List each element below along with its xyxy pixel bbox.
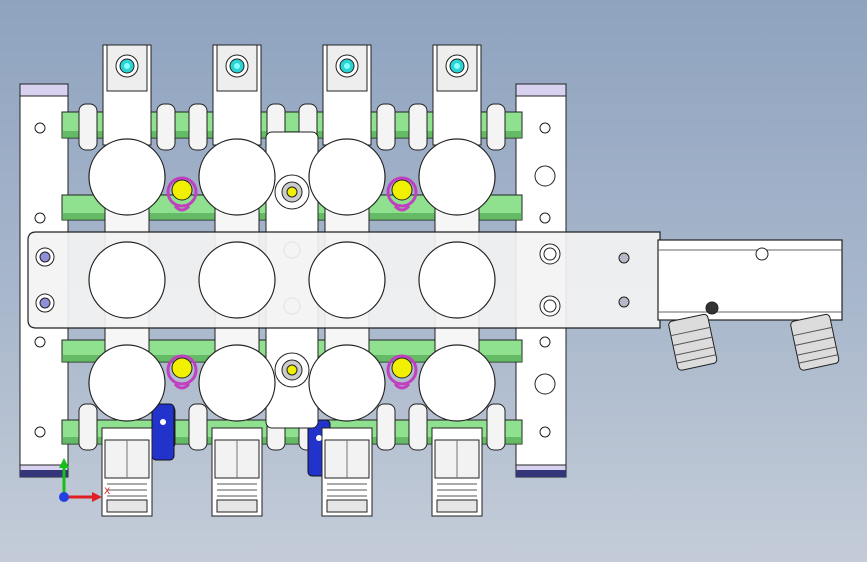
pilot-port-yellow — [171, 357, 193, 379]
mounting-hole — [539, 336, 551, 348]
fitting-collet — [106, 499, 148, 513]
pilot-port-yellow — [171, 179, 193, 201]
manifold-hole-dark — [705, 301, 719, 315]
bracket-hole-inner — [39, 297, 51, 309]
fitting-collet — [216, 499, 258, 513]
flange-hole — [160, 419, 166, 425]
solenoid-cap-middle-front — [88, 241, 166, 319]
cad-viewport[interactable]: X — [0, 0, 867, 562]
solenoid-cap-middle-front — [308, 241, 386, 319]
mounting-bracket — [27, 231, 661, 329]
spacer-ring — [408, 103, 428, 151]
tab-port-center — [234, 63, 240, 69]
side-manifold-block — [657, 239, 843, 371]
x-axis-label: X — [104, 487, 110, 497]
manifold-hole — [755, 247, 769, 261]
mounting-hole — [34, 122, 46, 134]
spacer-ring — [376, 103, 396, 151]
bracket-small-hole — [618, 252, 630, 264]
spacer-ring — [78, 103, 98, 151]
fitting-body — [790, 313, 840, 371]
pilot-port-yellow — [391, 179, 413, 201]
center-port-yellow — [286, 186, 298, 198]
bracket-hole-inner — [39, 251, 51, 263]
center-port-yellow — [286, 364, 298, 376]
spacer-ring — [78, 403, 98, 451]
flange-hole — [316, 435, 322, 441]
end-plate-cap-top — [515, 83, 567, 97]
fitting-collet — [436, 499, 478, 513]
end-plate-shadow — [20, 470, 68, 477]
solenoid-cap-middle-front — [418, 241, 496, 319]
solenoid-cap-bottom — [308, 344, 386, 422]
mounting-hole — [34, 336, 46, 348]
solenoid-cap-bottom — [88, 344, 166, 422]
x-axis-arrowhead — [92, 492, 102, 502]
mounting-hole — [539, 122, 551, 134]
mounting-hole — [539, 212, 551, 224]
fitting-body — [668, 313, 718, 371]
spacer-ring — [188, 103, 208, 151]
spacer-ring — [376, 403, 396, 451]
mounting-hole — [539, 426, 551, 438]
end-plate-cap-top — [19, 83, 69, 97]
bracket-bore-inner — [543, 247, 557, 261]
spacer-ring — [156, 103, 176, 151]
angled-fitting — [790, 313, 840, 371]
end-plate-shadow — [516, 470, 566, 477]
blue-flange — [151, 403, 175, 461]
solenoid-cap-bottom — [198, 344, 276, 422]
bracket-small-hole — [618, 296, 630, 308]
tab-port-center — [344, 63, 350, 69]
z-axis-origin — [59, 492, 69, 502]
angled-fitting — [668, 313, 718, 371]
spacer-ring — [188, 403, 208, 451]
solenoid-cap-top — [308, 138, 386, 216]
fitting-collet — [326, 499, 368, 513]
mounting-bore — [534, 165, 556, 187]
solenoid-cap-top — [198, 138, 276, 216]
mounting-hole — [34, 426, 46, 438]
tab-port-center — [454, 63, 460, 69]
mounting-bore — [534, 373, 556, 395]
solenoid-cap-top — [418, 138, 496, 216]
spacer-ring — [486, 403, 506, 451]
tab-port-center — [124, 63, 130, 69]
mounting-hole — [34, 212, 46, 224]
bracket-bore-inner — [543, 299, 557, 313]
manifold-block — [657, 239, 843, 321]
solenoid-cap-bottom — [418, 344, 496, 422]
solenoid-cap-middle-front — [198, 241, 276, 319]
spacer-ring — [486, 103, 506, 151]
spacer-ring — [408, 403, 428, 451]
pilot-port-yellow — [391, 357, 413, 379]
solenoid-cap-top — [88, 138, 166, 216]
